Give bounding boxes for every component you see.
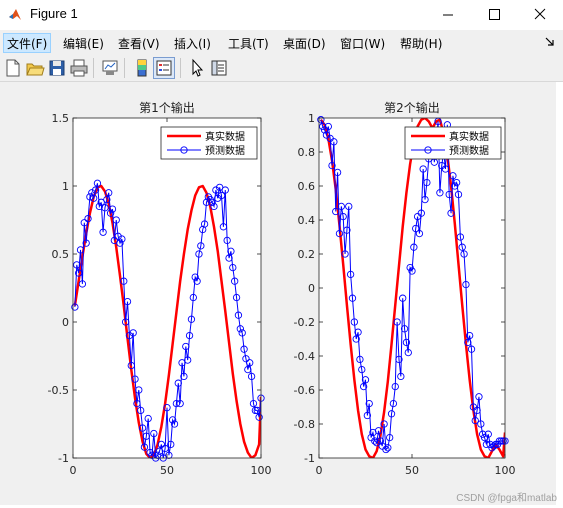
matlab-logo-icon — [9, 9, 21, 20]
menu-tools[interactable]: 工具(T) — [225, 34, 272, 52]
open-folder-icon — [26, 63, 45, 76]
chart-title: 第1个输出 — [139, 100, 195, 115]
y-tick-label: 0.4 — [298, 214, 316, 227]
colorbar-icon — [137, 59, 147, 77]
pointer-arrow-icon — [192, 58, 204, 77]
maximize-icon — [489, 9, 500, 20]
legend-label: 预测数据 — [205, 144, 245, 157]
y-tick-label: 1 — [308, 112, 315, 125]
toolbar-separator — [93, 58, 94, 78]
x-tick-label: 50 — [405, 464, 419, 477]
close-button[interactable] — [517, 0, 563, 30]
y-tick-label: 0.8 — [298, 146, 316, 159]
y-tick-label: -0.2 — [294, 316, 315, 329]
x-tick-label: 0 — [316, 464, 323, 477]
edit-plot-button[interactable] — [186, 57, 208, 79]
minimize-button[interactable] — [425, 0, 471, 30]
window-border — [556, 82, 563, 508]
menu-bar: 文件(F) 编辑(E) 查看(V) 插入(I) 工具(T) 桌面(D) 窗口(W… — [0, 30, 563, 54]
print-button[interactable] — [68, 57, 90, 79]
y-tick-label: 0 — [62, 316, 69, 329]
figure-plots: 第1个输出0 50 100-1-0.500.511.5真实数据预测数据第2个输出0 5… — [48, 100, 516, 477]
legend-label: 预测数据 — [449, 144, 489, 157]
menu-insert[interactable]: 插入(I) — [171, 34, 214, 52]
legend: 真实数据预测数据 — [404, 126, 502, 160]
y-tick-label: -0.6 — [294, 384, 315, 397]
dock-arrow-icon[interactable] — [544, 36, 556, 48]
y-tick-label: 1 — [62, 180, 69, 193]
menu-file[interactable]: 文件(F) — [2, 33, 52, 53]
close-icon — [534, 8, 546, 20]
plot-background — [73, 118, 261, 458]
save-button[interactable] — [46, 57, 68, 79]
property-editor-button[interactable] — [208, 57, 230, 79]
toolbar-separator — [124, 58, 125, 78]
y-tick-label: -1 — [304, 452, 315, 465]
window-titlebar: Figure 1 — [0, 0, 563, 30]
menu-desktop[interactable]: 桌面(D) — [280, 34, 329, 52]
window-title: Figure 1 — [30, 6, 78, 21]
y-tick-label: 1.5 — [52, 112, 70, 125]
menu-window[interactable]: 窗口(W) — [337, 34, 388, 52]
x-tick-label: 100 — [251, 464, 272, 477]
y-tick-label: 0.2 — [298, 248, 316, 261]
new-figure-button[interactable] — [2, 57, 24, 79]
chart-title: 第2个输出 — [384, 100, 440, 115]
insert-legend-button[interactable] — [153, 57, 175, 79]
axes-1: 第1个输出 0 50 100 -1 -0.5 0 0.5 1 1.5 真实数据预测数据 — [48, 100, 272, 477]
maximize-button[interactable] — [471, 0, 517, 30]
open-file-button[interactable] — [24, 57, 46, 79]
link-plot-icon — [102, 60, 118, 75]
menu-edit[interactable]: 编辑(E) — [60, 34, 107, 52]
legend: 真实数据预测数据 — [160, 126, 258, 160]
y-tick-label: -1 — [58, 452, 69, 465]
link-plot-button[interactable] — [99, 57, 121, 79]
menu-view[interactable]: 查看(V) — [115, 34, 163, 52]
legend-label: 真实数据 — [205, 130, 245, 143]
y-tick-label: -0.4 — [294, 350, 315, 363]
property-editor-icon — [211, 60, 227, 76]
x-tick-label: 0 — [70, 464, 77, 477]
axes-2: 第2个输出 0 50 100 -1 -0.8 -0.6 -0.4 -0.2 0 0.2 0.4 0.6 0… — [294, 100, 516, 477]
y-tick-label: 0.5 — [52, 248, 70, 261]
minimize-icon — [443, 14, 453, 16]
y-tick-label: 0.6 — [298, 180, 316, 193]
x-tick-label: 100 — [495, 464, 516, 477]
new-file-icon — [6, 59, 20, 77]
legend-label: 真实数据 — [449, 130, 489, 143]
y-tick-label: 0 — [308, 282, 315, 295]
figure-toolbar — [0, 54, 563, 82]
save-disk-icon — [49, 60, 65, 76]
x-tick-label: 50 — [160, 464, 174, 477]
figure-canvas: 第1个输出 0 50 100 -1 -0.5 0 0.5 1 1.5 真实数据 预测数据 第2个输出 0 5… — [0, 82, 556, 505]
insert-colorbar-button[interactable] — [131, 57, 153, 79]
menu-help[interactable]: 帮助(H) — [397, 34, 445, 52]
toolbar-separator — [180, 58, 181, 78]
watermark-text: CSDN @fpga和matlab — [456, 493, 557, 504]
legend-icon — [156, 60, 172, 76]
printer-icon — [70, 59, 88, 77]
y-tick-label: -0.8 — [294, 418, 315, 431]
y-tick-label: -0.5 — [48, 384, 69, 397]
